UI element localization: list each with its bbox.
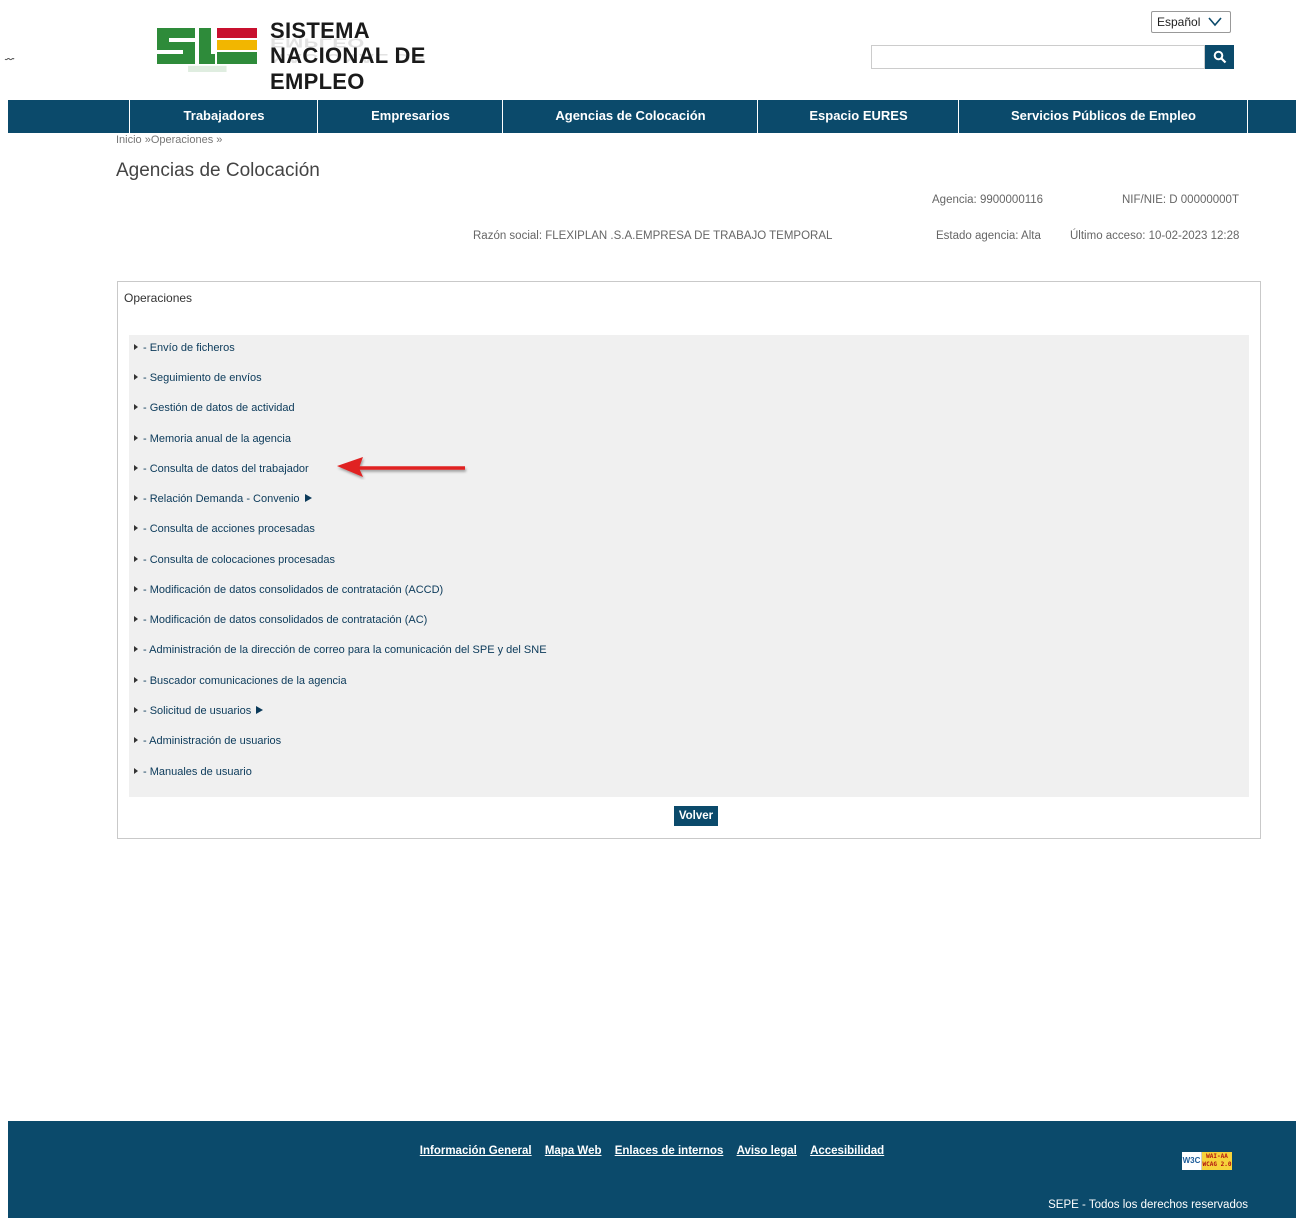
footer-links: Información General Mapa Web Enlaces de … [8, 1145, 1296, 1157]
expand-triangle-icon [134, 707, 138, 714]
op-label: - Buscador comunicaciones de la agencia [143, 675, 347, 687]
op-memoria-anual[interactable]: - Memoria anual de la agencia [134, 432, 291, 446]
expand-triangle-icon [134, 616, 138, 623]
breadcrumb[interactable]: Inicio »Operaciones » [116, 134, 222, 146]
expand-triangle-icon [134, 646, 138, 653]
chevron-down-icon [1208, 17, 1222, 27]
op-solicitud-usuarios[interactable]: - Solicitud de usuarios [134, 704, 264, 718]
footer-link-enlaces-internos[interactable]: Enlaces de internos [615, 1145, 724, 1157]
agency-estado: Estado agencia: Alta [936, 230, 1041, 242]
submenu-arrow-icon [304, 494, 312, 503]
expand-triangle-icon [134, 677, 138, 684]
op-label: - Manuales de usuario [143, 766, 252, 778]
op-label: - Consulta de colocaciones procesadas [143, 554, 336, 566]
logo-reflection [188, 65, 227, 72]
sne-logo[interactable]: SISTEMA NACIONAL DE EMPLEO NACIONAL DE E… [155, 12, 515, 94]
op-label: - Solicitud de usuarios [143, 705, 252, 717]
nav-item-eures[interactable]: Espacio EURES [757, 100, 959, 133]
nav-item-agencias[interactable]: Agencias de Colocación [502, 100, 758, 133]
footer-link-informacion-general[interactable]: Información General [420, 1145, 532, 1157]
expand-triangle-icon [134, 374, 138, 381]
expand-triangle-icon [134, 435, 138, 442]
search-input[interactable] [871, 45, 1205, 69]
language-select[interactable]: Español [1151, 11, 1231, 33]
operations-list: - Envío de ficheros - Seguimiento de env… [129, 335, 1249, 797]
op-label: - Modificación de datos consolidados de … [143, 584, 444, 596]
expand-triangle-icon [134, 495, 138, 502]
submenu-arrow-icon [256, 706, 264, 715]
op-label: - Administración de usuarios [143, 735, 282, 747]
op-admin-usuarios[interactable]: - Administración de usuarios [134, 734, 281, 748]
op-relacion-demanda-convenio[interactable]: - Relación Demanda - Convenio [134, 492, 312, 506]
expand-triangle-icon [134, 737, 138, 744]
footer: Información General Mapa Web Enlaces de … [8, 1121, 1296, 1218]
expand-triangle-icon [134, 586, 138, 593]
op-manuales-usuario[interactable]: - Manuales de usuario [134, 765, 252, 779]
op-label: - Relación Demanda - Convenio [143, 493, 300, 505]
w3c-wai-aa-badge[interactable]: W3C WAI-AA WCAG 2.0 [1182, 1152, 1232, 1170]
nav-item-spe[interactable]: Servicios Públicos de Empleo [958, 100, 1248, 133]
agency-nif: NIF/NIE: D 00000000T [1122, 194, 1239, 206]
op-label: - Consulta de acciones procesadas [143, 523, 315, 535]
op-consulta-datos-trabajador[interactable]: - Consulta de datos del trabajador [134, 462, 309, 476]
wcag-version: WCAG 2.0 [1202, 1161, 1232, 1168]
op-label: - Consulta de datos del trabajador [143, 463, 309, 475]
operations-title: Operaciones [124, 291, 193, 305]
expand-triangle-icon [134, 404, 138, 411]
expand-triangle-icon [134, 465, 138, 472]
op-seguimiento-envios[interactable]: - Seguimiento de envíos [134, 371, 262, 385]
op-consulta-colocaciones[interactable]: - Consulta de colocaciones procesadas [134, 553, 335, 567]
page-title: Agencias de Colocación [116, 160, 320, 181]
op-label: - Gestión de datos de actividad [143, 402, 295, 414]
expand-triangle-icon [134, 556, 138, 563]
volver-button[interactable]: Volver [674, 806, 718, 826]
nav-item-empresarios[interactable]: Empresarios [317, 100, 503, 133]
w3c-badge-text: W3C [1182, 1152, 1202, 1170]
nav-item-trabajadores[interactable]: Trabajadores [129, 100, 318, 133]
annotation-arrow-icon [337, 457, 465, 477]
expand-triangle-icon [134, 344, 138, 351]
footer-link-mapa-web[interactable]: Mapa Web [545, 1145, 602, 1157]
op-label: - Modificación de datos consolidados de … [143, 614, 428, 626]
footer-link-accesibilidad[interactable]: Accesibilidad [810, 1145, 884, 1157]
expand-triangle-icon [134, 768, 138, 775]
search-icon [1213, 50, 1226, 64]
op-label: - Administración de la dirección de corr… [143, 644, 547, 656]
op-consulta-acciones[interactable]: - Consulta de acciones procesadas [134, 522, 315, 536]
op-modificacion-accd[interactable]: - Modificación de datos consolidados de … [134, 583, 443, 597]
language-selected-value: Español [1157, 15, 1201, 29]
wai-badge-text: WAI-AA WCAG 2.0 [1202, 1152, 1232, 1170]
logo-text-reflection: NACIONAL DE EMPLEO [270, 35, 426, 66]
op-admin-correo[interactable]: - Administración de la dirección de corr… [134, 643, 547, 657]
copyright-text: SEPE - Todos los derechos reservados [1048, 1199, 1248, 1211]
op-label: - Memoria anual de la agencia [143, 433, 291, 445]
agency-ultimo-acceso: Último acceso: 10-02-2023 12:28 [1070, 230, 1240, 242]
op-envio-ficheros[interactable]: - Envío de ficheros [134, 341, 235, 355]
agency-razon-social: Razón social: FLEXIPLAN .S.A.EMPRESA DE … [473, 230, 833, 242]
op-gestion-datos-actividad[interactable]: - Gestión de datos de actividad [134, 401, 295, 415]
wai-level: WAI-AA [1206, 1153, 1228, 1160]
op-buscador-comunicaciones[interactable]: - Buscador comunicaciones de la agencia [134, 674, 347, 688]
operations-panel: Operaciones - Envío de ficheros - Seguim… [117, 281, 1261, 839]
op-label: - Seguimiento de envíos [143, 372, 262, 384]
nav-divider [1247, 100, 1248, 133]
footer-link-aviso-legal[interactable]: Aviso legal [737, 1145, 797, 1157]
agency-code: Agencia: 9900000116 [932, 194, 1044, 206]
main-nav: Trabajadores Empresarios Agencias de Col… [8, 100, 1296, 133]
search-button[interactable] [1205, 45, 1234, 69]
corner-glyph: ⌇ [1, 56, 16, 62]
op-label: - Envío de ficheros [143, 342, 235, 354]
op-modificacion-ac[interactable]: - Modificación de datos consolidados de … [134, 613, 427, 627]
expand-triangle-icon [134, 525, 138, 532]
